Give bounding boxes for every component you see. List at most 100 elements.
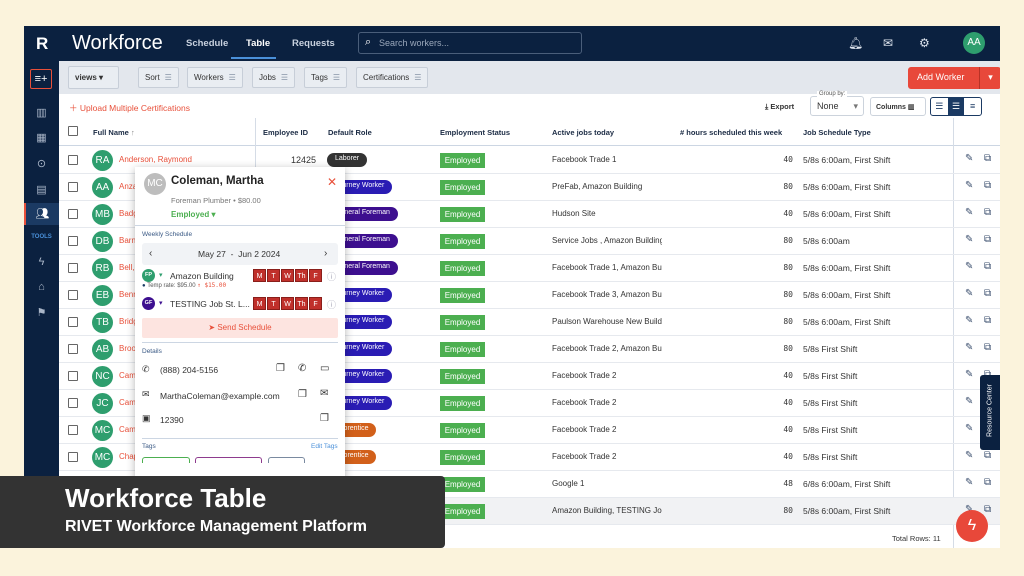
- open-external-icon[interactable]: ⧉: [984, 288, 991, 299]
- copy-icon[interactable]: ❐: [320, 413, 329, 424]
- day-chip[interactable]: Th: [295, 297, 308, 310]
- tag-chip[interactable]: [268, 457, 305, 463]
- density-large-icon[interactable]: ☰: [931, 98, 948, 115]
- column-active-jobs[interactable]: Active jobs today: [552, 128, 614, 137]
- sort-button[interactable]: Sort ☰: [138, 67, 179, 88]
- day-chip[interactable]: T: [267, 269, 280, 282]
- edit-icon[interactable]: ✎: [965, 315, 973, 326]
- column-employee-id[interactable]: Employee ID: [263, 128, 308, 137]
- jobs-filter-button[interactable]: Jobs ☰: [252, 67, 296, 88]
- day-chip[interactable]: M: [253, 269, 266, 282]
- gear-icon[interactable]: ⚙: [919, 36, 930, 50]
- row-checkbox[interactable]: [68, 290, 78, 300]
- quick-action-button[interactable]: ϟ: [956, 510, 988, 542]
- edit-icon[interactable]: ✎: [965, 261, 973, 272]
- worker-name-link[interactable]: Barn: [119, 236, 136, 245]
- edit-icon[interactable]: ✎: [965, 342, 973, 353]
- send-email-icon[interactable]: ✉: [320, 388, 328, 399]
- tab-requests[interactable]: Requests: [292, 38, 335, 49]
- location-icon[interactable]: ⊙: [24, 157, 59, 170]
- open-external-icon[interactable]: ⧉: [984, 315, 991, 326]
- people-icon[interactable]: 👥︎: [24, 203, 59, 225]
- edit-icon[interactable]: ✎: [965, 234, 973, 245]
- edit-icon[interactable]: ✎: [965, 450, 973, 461]
- add-list-button[interactable]: ≡+: [30, 69, 52, 89]
- row-checkbox[interactable]: [68, 425, 78, 435]
- row-checkbox[interactable]: [68, 263, 78, 273]
- open-external-icon[interactable]: ⧉: [984, 450, 991, 461]
- open-external-icon[interactable]: ⧉: [984, 342, 991, 353]
- next-week-icon[interactable]: ›: [324, 248, 327, 259]
- tag-chip[interactable]: [142, 457, 190, 463]
- search-input[interactable]: ⌕ Search workers...: [358, 32, 582, 54]
- open-external-icon[interactable]: ⧉: [984, 207, 991, 218]
- day-chip[interactable]: W: [281, 269, 294, 282]
- row-checkbox[interactable]: [68, 155, 78, 165]
- copy-icon[interactable]: ❐: [276, 363, 285, 374]
- row-checkbox[interactable]: [68, 371, 78, 381]
- table-icon[interactable]: ▦: [24, 131, 59, 144]
- edit-icon[interactable]: ✎: [965, 423, 973, 434]
- popup-status-dropdown[interactable]: Employed ▾: [171, 210, 215, 219]
- upload-certifications-link[interactable]: ＋ Upload Multiple Certifications: [69, 102, 190, 114]
- bolt-icon[interactable]: ϟ: [24, 256, 59, 268]
- worker-name-link[interactable]: Anderson, Raymond: [119, 155, 192, 164]
- row-checkbox[interactable]: [68, 182, 78, 192]
- open-external-icon[interactable]: ⧉: [984, 504, 991, 515]
- tab-schedule[interactable]: Schedule: [186, 38, 228, 49]
- message-icon[interactable]: ▭: [320, 363, 329, 374]
- group-by-select[interactable]: Group by: None ▾: [810, 91, 864, 116]
- bell-icon[interactable]: 🔔︎: [848, 36, 863, 50]
- caret-down-icon[interactable]: ▾: [159, 299, 163, 307]
- row-checkbox[interactable]: [68, 452, 78, 462]
- caret-down-icon[interactable]: ▾: [979, 67, 1000, 89]
- open-external-icon[interactable]: ⧉: [984, 153, 991, 164]
- add-worker-button[interactable]: Add Worker ▾: [908, 67, 1000, 89]
- analytics-icon[interactable]: ▥: [24, 106, 59, 119]
- close-icon[interactable]: ✕: [327, 175, 337, 189]
- column-hours-scheduled[interactable]: # hours scheduled this week: [680, 128, 782, 137]
- tab-table[interactable]: Table: [246, 38, 270, 49]
- worker-name-link[interactable]: Broo: [119, 344, 136, 353]
- row-checkbox[interactable]: [68, 344, 78, 354]
- worker-name-link[interactable]: Cam: [119, 398, 136, 407]
- copy-icon[interactable]: ❐: [298, 389, 307, 400]
- day-chip[interactable]: M: [253, 297, 266, 310]
- edit-icon[interactable]: ✎: [965, 369, 973, 380]
- column-employment-status[interactable]: Employment Status: [440, 128, 510, 137]
- caret-down-icon[interactable]: ▾: [159, 271, 163, 279]
- send-schedule-button[interactable]: ➤ Send Schedule: [142, 318, 338, 338]
- density-medium-icon[interactable]: ☰: [947, 98, 965, 115]
- edit-tags-link[interactable]: Edit Tags: [311, 443, 338, 450]
- edit-icon[interactable]: ✎: [965, 207, 973, 218]
- edit-icon[interactable]: ✎: [965, 477, 973, 488]
- day-chip[interactable]: T: [267, 297, 280, 310]
- day-chip[interactable]: F: [309, 297, 322, 310]
- hardhat-icon[interactable]: ⌂: [24, 281, 59, 293]
- worker-name-link[interactable]: Bell,: [119, 263, 135, 272]
- day-chip[interactable]: Th: [295, 269, 308, 282]
- edit-icon[interactable]: ✎: [965, 180, 973, 191]
- column-default-role[interactable]: Default Role: [328, 128, 372, 137]
- day-chip[interactable]: W: [281, 297, 294, 310]
- buildings-icon[interactable]: ▤: [24, 183, 59, 196]
- user-avatar[interactable]: AA: [963, 32, 985, 54]
- views-dropdown[interactable]: views ▾: [68, 66, 119, 89]
- edit-icon[interactable]: ✎: [965, 396, 973, 407]
- export-button[interactable]: ⤓ Export: [765, 102, 794, 112]
- column-full-name[interactable]: Full Name ↑: [93, 128, 135, 137]
- row-checkbox[interactable]: [68, 317, 78, 327]
- flag-icon[interactable]: ⚑: [24, 306, 59, 319]
- open-external-icon[interactable]: ⧉: [984, 180, 991, 191]
- open-external-icon[interactable]: ⧉: [984, 234, 991, 245]
- open-external-icon[interactable]: ⧉: [984, 261, 991, 272]
- logo[interactable]: R: [36, 34, 48, 54]
- worker-name-link[interactable]: Cam: [119, 371, 136, 380]
- row-checkbox[interactable]: [68, 236, 78, 246]
- density-small-icon[interactable]: ≡: [964, 98, 981, 115]
- resource-center-tab[interactable]: Resource Center: [980, 375, 1000, 450]
- row-checkbox[interactable]: [68, 398, 78, 408]
- tag-chip[interactable]: [195, 457, 262, 463]
- tags-filter-button[interactable]: Tags ☰: [304, 67, 348, 88]
- day-chip[interactable]: F: [309, 269, 322, 282]
